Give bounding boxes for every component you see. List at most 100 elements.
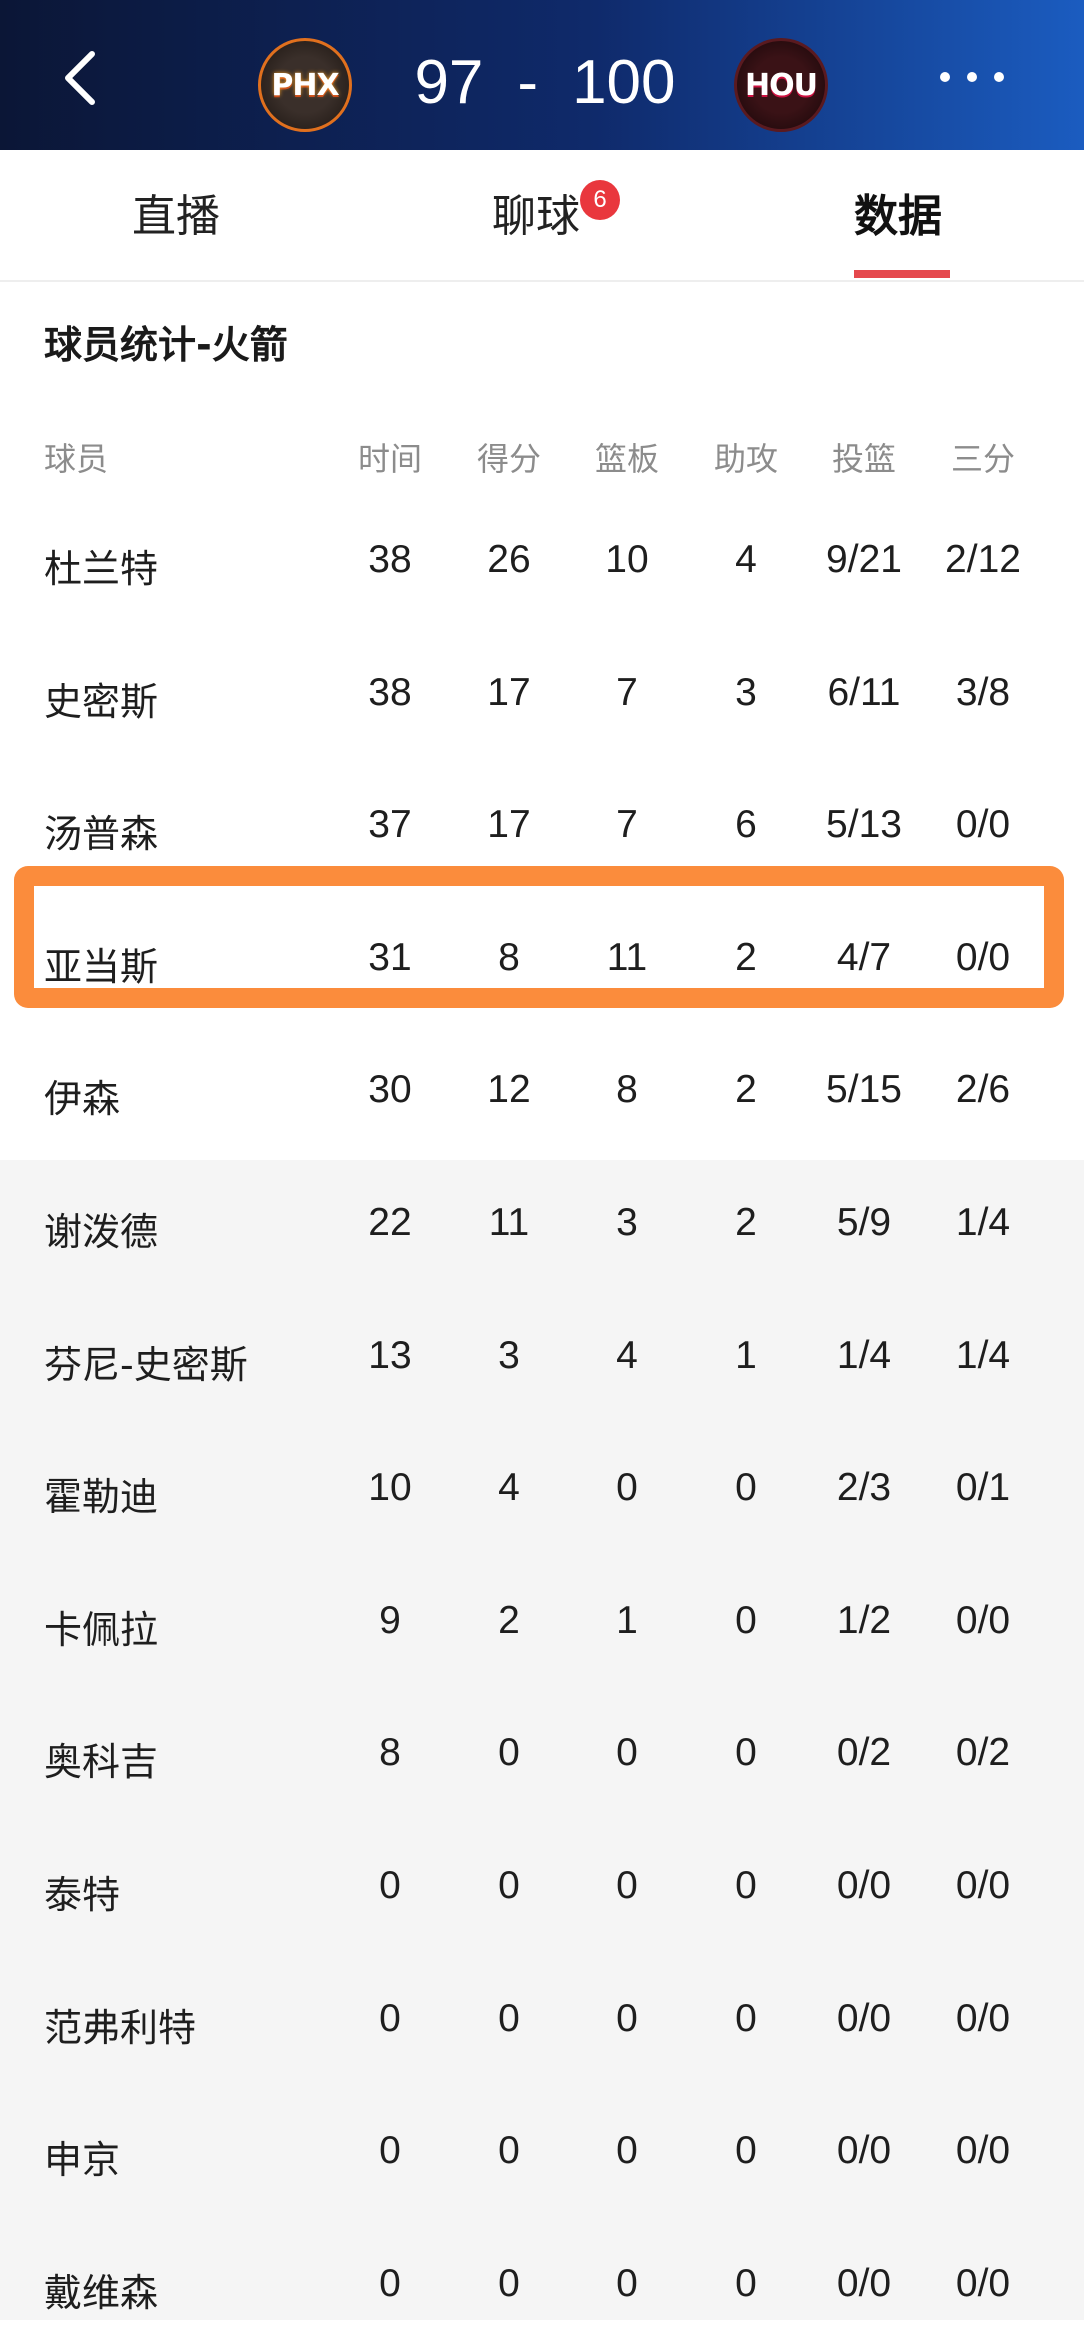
cell-assists: 1: [735, 1334, 757, 1377]
cell-field-goals: 0/0: [836, 2129, 892, 2172]
cell-rebounds: 7: [616, 803, 638, 846]
cell-assists: 6: [735, 803, 757, 846]
cell-minutes: 38: [368, 671, 412, 714]
cell-free-throws: 2: [1042, 671, 1084, 715]
cell-free-throws: 0: [1042, 1864, 1084, 1908]
column-header-three-pointers[interactable]: 三分: [924, 434, 1042, 480]
table-row[interactable]: 戴维森 0 0 0 0 0/0 0/0 0: [0, 2220, 1084, 2352]
cell-three-pointers: 0/2: [955, 1731, 1011, 1774]
cell-free-throws: 0: [1042, 1068, 1084, 1112]
cell-assists: 0: [735, 1466, 757, 1509]
table-row[interactable]: 杜兰特 38 26 10 4 9/21 2/12 6: [0, 496, 1084, 628]
player-name[interactable]: 史密斯: [44, 671, 344, 726]
cell-minutes: 0: [379, 2129, 401, 2172]
player-name[interactable]: 泰特: [44, 1864, 344, 1919]
player-name[interactable]: 芬尼-史密斯: [44, 1334, 344, 1389]
cell-rebounds: 10: [605, 538, 649, 581]
back-arrow-icon[interactable]: [56, 48, 104, 108]
cell-rebounds: 1: [616, 1599, 638, 1642]
player-name[interactable]: 范弗利特: [44, 1997, 344, 2052]
cell-free-throws: 0: [1042, 1599, 1084, 1643]
column-header-player: 球员: [44, 440, 109, 478]
player-name[interactable]: 霍勒迪: [44, 1466, 344, 1521]
cell-three-pointers: 2/6: [955, 1068, 1011, 1111]
score-separator: -: [517, 47, 539, 117]
home-team-abbr: PHX: [271, 67, 339, 103]
column-header-assists[interactable]: 助攻: [687, 434, 805, 480]
cell-field-goals: 6/11: [827, 671, 901, 714]
away-team-abbr: HOU: [745, 67, 818, 103]
cell-points: 11: [488, 1201, 530, 1244]
home-team-logo[interactable]: PHX: [258, 38, 352, 132]
tab-data[interactable]: 数据: [854, 180, 942, 242]
active-tab-indicator: [854, 270, 950, 278]
cell-points: 0: [498, 1864, 520, 1907]
table-row[interactable]: 史密斯 38 17 7 3 6/11 3/8 2: [0, 629, 1084, 761]
column-header-free-throws[interactable]: 罚: [1042, 434, 1084, 480]
cell-three-pointers: 3/8: [955, 671, 1011, 714]
cell-three-pointers: 0/0: [955, 1599, 1011, 1642]
cell-minutes: 9: [379, 1599, 401, 1642]
cell-three-pointers: 0/0: [955, 2262, 1011, 2305]
player-name[interactable]: 杜兰特: [44, 538, 344, 593]
column-header-minutes[interactable]: 时间: [331, 434, 449, 480]
chat-unread-badge: 6: [580, 180, 620, 220]
table-row[interactable]: 泰特 0 0 0 0 0/0 0/0 0: [0, 1822, 1084, 1954]
cell-points: 3: [498, 1334, 520, 1377]
table-row[interactable]: 申京 0 0 0 0 0/0 0/0 0: [0, 2087, 1084, 2219]
cell-assists: 2: [735, 1068, 757, 1111]
column-header-points[interactable]: 得分: [450, 434, 568, 480]
column-header-field-goals[interactable]: 投篮: [805, 434, 923, 480]
player-name[interactable]: 奥科吉: [44, 1731, 344, 1786]
cell-assists: 0: [735, 1599, 757, 1642]
cell-points: 12: [487, 1068, 531, 1111]
cell-field-goals: 0/0: [836, 2262, 892, 2305]
cell-free-throws: 7: [1042, 803, 1084, 847]
cell-rebounds: 0: [616, 2129, 638, 2172]
cell-field-goals: 9/21: [826, 538, 902, 581]
cell-points: 17: [487, 671, 531, 714]
player-name[interactable]: 谢泼德: [44, 1201, 344, 1256]
player-name[interactable]: 申京: [44, 2129, 344, 2184]
tab-chat[interactable]: 聊球: [492, 180, 580, 242]
cell-assists: 4: [735, 538, 757, 581]
player-name[interactable]: 伊森: [44, 1068, 344, 1123]
more-options-icon[interactable]: [940, 72, 1004, 86]
table-row[interactable]: 芬尼-史密斯 13 3 4 1 1/4 1/4 0: [0, 1292, 1084, 1424]
cell-points: 2: [498, 1599, 520, 1642]
tab-bar: 直播 聊球 6 数据: [0, 150, 1084, 282]
cell-minutes: 0: [379, 1997, 401, 2040]
player-name[interactable]: 戴维森: [44, 2262, 344, 2317]
home-score: 97: [414, 47, 484, 117]
cell-assists: 0: [735, 2129, 757, 2172]
cell-minutes: 30: [368, 1068, 412, 1111]
table-row[interactable]: 伊森 30 12 8 2 5/15 2/6 0: [0, 1026, 1084, 1158]
cell-minutes: 38: [368, 538, 412, 581]
cell-three-pointers: 1/4: [955, 1201, 1011, 1244]
cell-field-goals: 0/2: [836, 1731, 892, 1774]
game-header: PHX 97 - 100 HOU: [0, 0, 1084, 150]
cell-three-pointers: 0/0: [955, 2129, 1011, 2172]
table-row[interactable]: 霍勒迪 10 4 0 0 2/3 0/1 0: [0, 1424, 1084, 1556]
cell-field-goals: 1/4: [836, 1334, 892, 1377]
cell-minutes: 0: [379, 2262, 401, 2305]
cell-three-pointers: 0/0: [955, 1864, 1011, 1907]
player-name[interactable]: 汤普森: [44, 803, 344, 858]
table-row[interactable]: 奥科吉 8 0 0 0 0/2 0/2 0: [0, 1689, 1084, 1821]
cell-rebounds: 0: [616, 1864, 638, 1907]
cell-points: 17: [487, 803, 531, 846]
column-header-rebounds[interactable]: 篮板: [568, 434, 686, 480]
highlight-annotation: [14, 866, 1064, 1008]
table-row[interactable]: 卡佩拉 9 2 1 0 1/2 0/0 0: [0, 1557, 1084, 1689]
cell-rebounds: 0: [616, 1997, 638, 2040]
player-name[interactable]: 卡佩拉: [44, 1599, 344, 1654]
cell-rebounds: 7: [616, 671, 638, 714]
section-title: 球员统计-火箭: [44, 323, 288, 367]
cell-points: 26: [487, 538, 531, 581]
cell-three-pointers: 0/0: [955, 803, 1011, 846]
table-row[interactable]: 范弗利特 0 0 0 0 0/0 0/0 0: [0, 1955, 1084, 2087]
cell-assists: 0: [735, 1731, 757, 1774]
away-team-logo[interactable]: HOU: [734, 38, 828, 132]
table-row[interactable]: 谢泼德 22 11 3 2 5/9 1/4 0: [0, 1159, 1084, 1291]
tab-live[interactable]: 直播: [132, 180, 220, 242]
